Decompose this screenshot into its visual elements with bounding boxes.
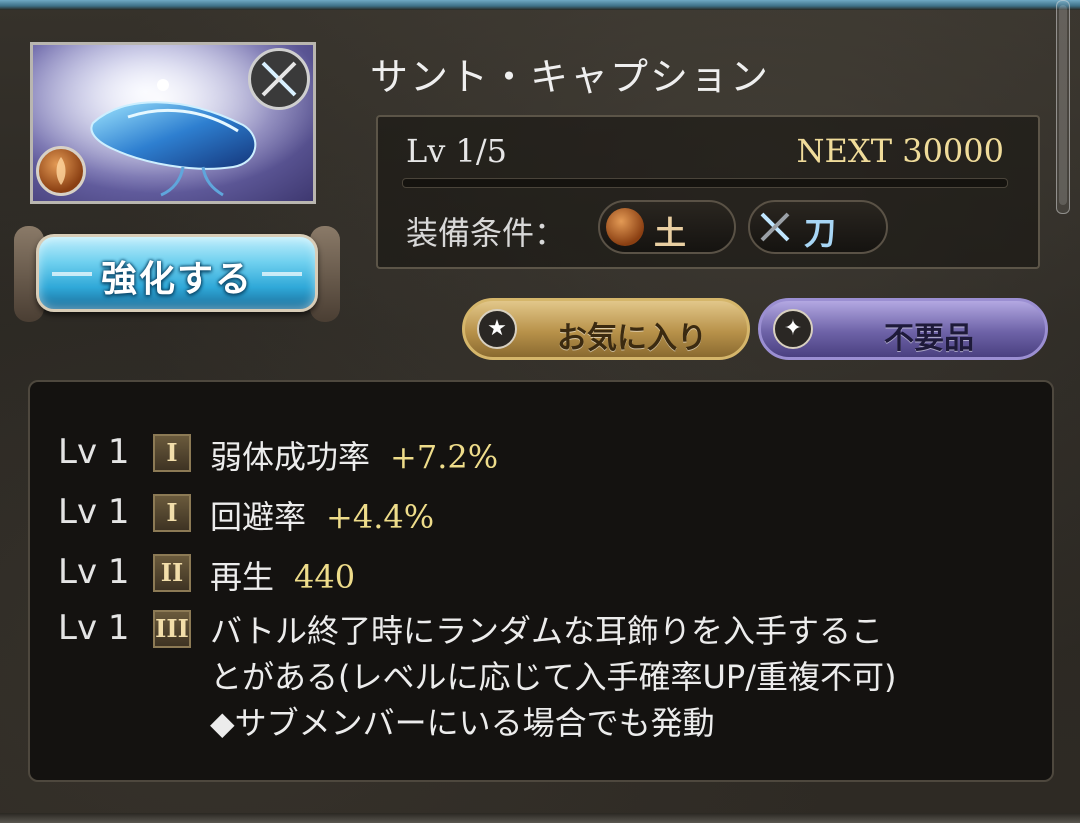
exp-bar (402, 178, 1008, 188)
equip-requirement-label: 装備条件： (406, 214, 567, 252)
skill-description: バトル終了時にランダムな耳飾りを入手するこ とがある(レベルに応じて入手確率UP… (210, 608, 1030, 746)
skill-value: +4.4% (326, 498, 435, 536)
skill-name: 再生 440 (210, 552, 355, 598)
skill-value: 440 (294, 558, 356, 596)
star-icon: ★ (477, 309, 517, 349)
next-exp: NEXT 30000 (796, 132, 1004, 170)
scrollbar[interactable] (1056, 0, 1070, 214)
sparkle-icon: ✦ (773, 309, 813, 349)
skill-level: Lv 1 (58, 492, 130, 532)
bottom-border (0, 813, 1080, 823)
skill-description-line: とがある(レベルに応じて入手確率UP/重複不可) (210, 658, 897, 696)
rank-badge: II (153, 554, 191, 592)
skill-level: Lv 1 (58, 552, 130, 592)
skill-value: +7.2% (390, 438, 499, 476)
scrollbar-thumb[interactable] (1059, 5, 1067, 205)
unneeded-label: 不要品 (884, 321, 974, 356)
favorite-button[interactable]: ★ お気に入り (462, 298, 750, 360)
skill-name-text: 再生 (210, 558, 275, 596)
skill-description-line: バトル終了時にランダムな耳飾りを入手するこ (210, 612, 883, 650)
enhance-label: 強化する (100, 259, 253, 300)
requirement-katana-label: 刀 (804, 214, 837, 252)
skill-level: Lv 1 (58, 432, 130, 472)
requirement-earth-label: 土 (654, 214, 687, 252)
rank-badge: I (153, 434, 191, 472)
skill-name-text: 弱体成功率 (210, 438, 371, 476)
rank-badge: III (153, 610, 191, 648)
skill-name: 弱体成功率 +7.2% (210, 432, 498, 478)
earth-element-icon (606, 208, 644, 246)
item-level: Lv 1/5 (406, 132, 507, 170)
skill-name: 回避率 +4.4% (210, 492, 434, 538)
sword-type-icon (248, 48, 310, 110)
sword-crossed-icon (756, 208, 794, 246)
skill-name-text: 回避率 (210, 498, 307, 536)
requirement-katana: 刀 (748, 200, 888, 254)
item-name: サント・キャプション (370, 55, 771, 99)
earth-element-icon (36, 146, 86, 196)
top-border (0, 0, 1080, 10)
unneeded-button[interactable]: ✦ 不要品 (758, 298, 1048, 360)
favorite-label: お気に入り (557, 321, 707, 356)
skill-level: Lv 1 (58, 608, 130, 648)
requirement-earth: 土 (598, 200, 736, 254)
rank-badge: I (153, 494, 191, 532)
enhance-button[interactable]: 強化する (14, 220, 340, 328)
skill-description-line: ◆サブメンバーにいる場合でも発動 (210, 704, 715, 742)
